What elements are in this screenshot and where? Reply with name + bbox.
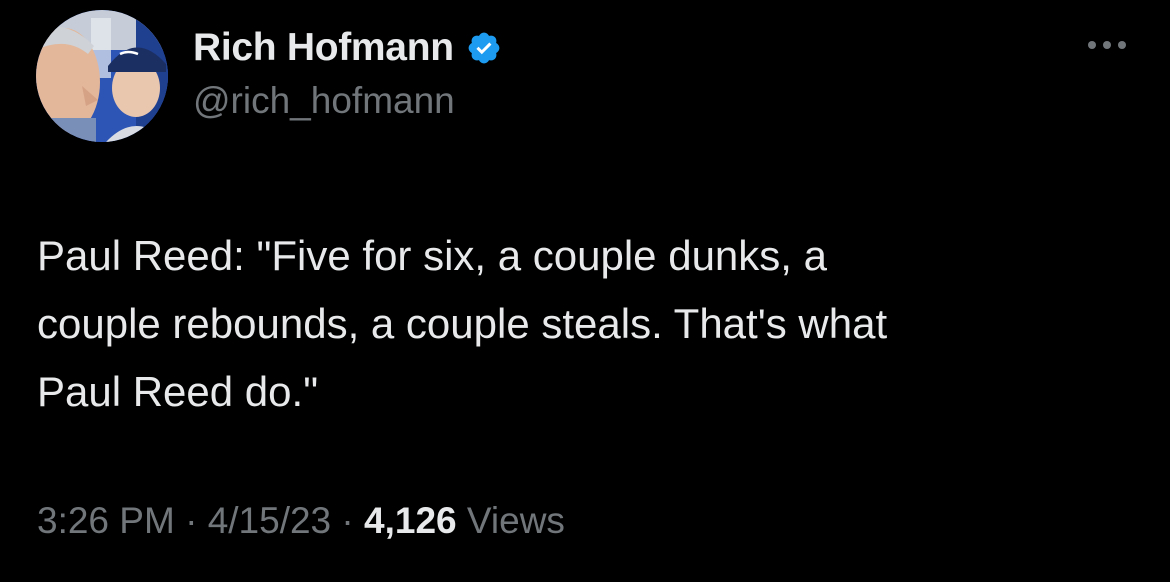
more-horizontal-icon[interactable] bbox=[1084, 30, 1130, 60]
tweet: Rich Hofmann @rich_hofmann Paul Reed: "F… bbox=[0, 0, 1170, 582]
author-block: Rich Hofmann @rich_hofmann bbox=[193, 22, 502, 122]
avatar-image bbox=[36, 10, 168, 142]
meta-separator: · bbox=[185, 500, 198, 541]
views-label: Views bbox=[466, 500, 565, 541]
avatar[interactable] bbox=[36, 10, 168, 142]
name-row: Rich Hofmann bbox=[193, 22, 502, 74]
tweet-text: Paul Reed: "Five for six, a couple dunks… bbox=[37, 232, 888, 415]
views-count: 4,126 bbox=[364, 500, 457, 541]
tweet-date[interactable]: 4/15/23 bbox=[208, 500, 331, 541]
display-name[interactable]: Rich Hofmann bbox=[193, 26, 454, 70]
handle[interactable]: @rich_hofmann bbox=[193, 80, 502, 122]
tweet-meta: 3:26 PM · 4/15/23 · 4,126 Views bbox=[37, 500, 565, 542]
verified-badge-icon bbox=[466, 30, 502, 66]
tweet-time[interactable]: 3:26 PM bbox=[37, 500, 175, 541]
meta-separator: · bbox=[341, 500, 354, 541]
